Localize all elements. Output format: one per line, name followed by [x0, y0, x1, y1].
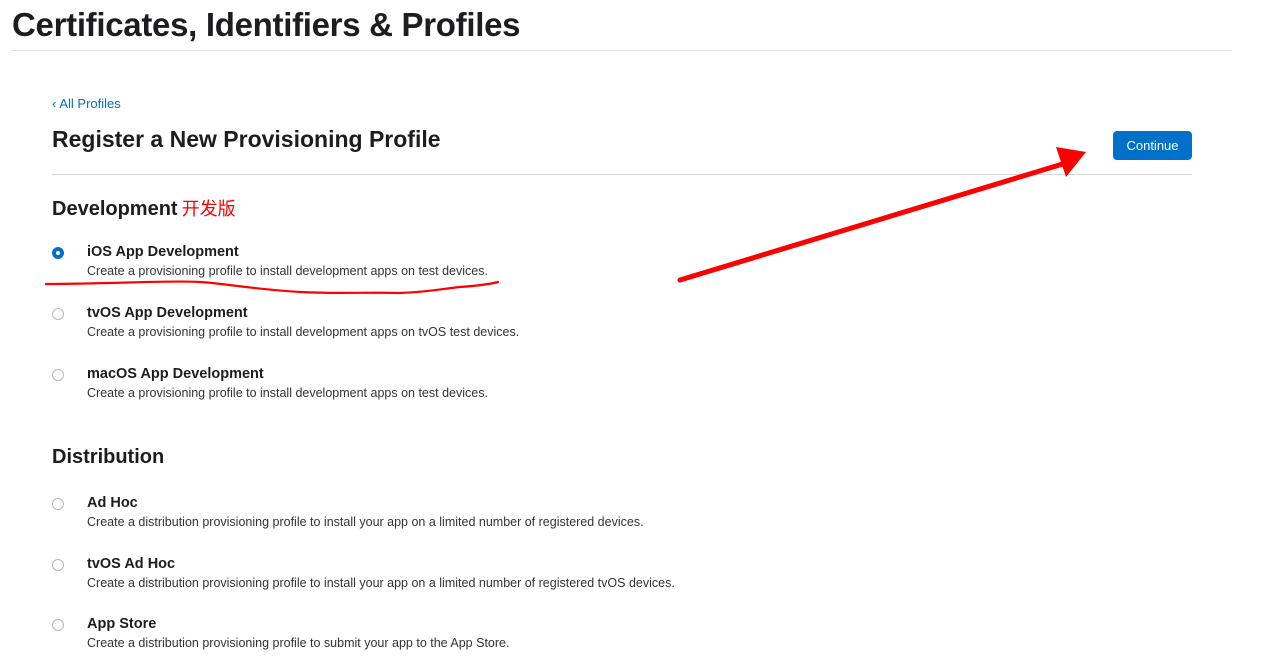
option-title: tvOS App Development — [87, 305, 248, 321]
back-to-all-profiles-link[interactable]: ‹ All Profiles — [52, 96, 121, 111]
radio-tvos-app-development[interactable] — [52, 308, 64, 320]
option-ios-app-development[interactable]: iOS App Development Create a provisionin… — [52, 244, 852, 290]
development-title-text: Development — [52, 198, 178, 220]
radio-ad-hoc[interactable] — [52, 498, 64, 510]
back-link-label: All Profiles — [59, 96, 121, 111]
radio-tvos-ad-hoc[interactable] — [52, 559, 64, 571]
chevron-left-icon: ‹ — [52, 96, 57, 111]
option-description: Create a distribution provisioning profi… — [87, 576, 675, 590]
option-description: Create a provisioning profile to install… — [87, 264, 488, 278]
red-arrow-head-icon — [1056, 147, 1086, 177]
development-annotation-note: 开发版 — [181, 199, 236, 219]
option-tvos-ad-hoc[interactable]: tvOS Ad Hoc Create a distribution provis… — [52, 556, 852, 602]
option-title: Ad Hoc — [87, 495, 138, 511]
header-divider — [52, 174, 1192, 175]
option-title: App Store — [87, 616, 157, 632]
title-divider — [12, 50, 1232, 51]
continue-button[interactable]: Continue — [1113, 131, 1192, 160]
option-title: iOS App Development — [87, 244, 239, 260]
option-title: macOS App Development — [87, 366, 264, 382]
development-section-title: Development 开发版 — [52, 195, 236, 221]
radio-ios-app-development[interactable] — [52, 247, 64, 259]
option-description: Create a distribution provisioning profi… — [87, 515, 644, 529]
option-tvos-app-development[interactable]: tvOS App Development Create a provisioni… — [52, 305, 852, 351]
option-description: Create a provisioning profile to install… — [87, 325, 520, 339]
option-app-store[interactable]: App Store Create a distribution provisio… — [52, 616, 852, 662]
option-description: Create a provisioning profile to install… — [87, 386, 488, 400]
page-title: Register a New Provisioning Profile — [52, 126, 441, 152]
app-title: Certificates, Identifiers & Profiles — [12, 6, 521, 43]
option-macos-app-development[interactable]: macOS App Development Create a provision… — [52, 366, 852, 412]
radio-macos-app-development[interactable] — [52, 369, 64, 381]
radio-app-store[interactable] — [52, 619, 64, 631]
option-ad-hoc[interactable]: Ad Hoc Create a distribution provisionin… — [52, 495, 852, 541]
option-description: Create a distribution provisioning profi… — [87, 636, 510, 650]
distribution-section-title: Distribution — [52, 446, 165, 468]
option-title: tvOS Ad Hoc — [87, 556, 176, 572]
page: Certificates, Identifiers & Profiles ‹ Al… — [0, 0, 1281, 664]
